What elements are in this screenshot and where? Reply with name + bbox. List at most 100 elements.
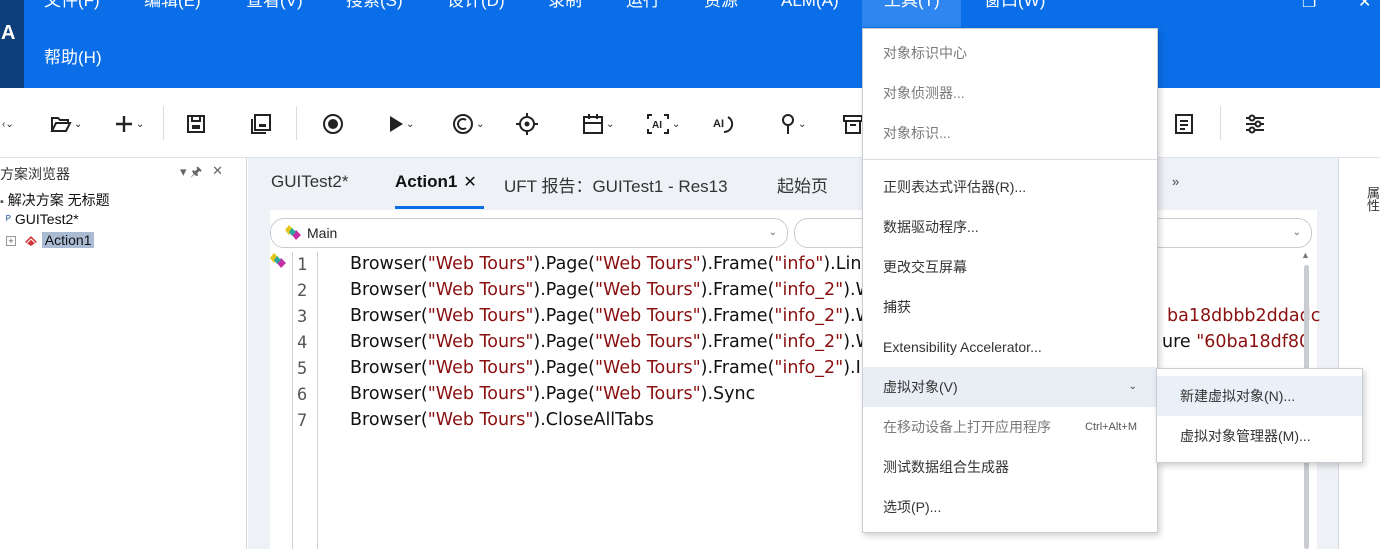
menu-item-extensibility-accelerator[interactable]: Extensibility Accelerator... — [863, 327, 1157, 367]
calendar-icon[interactable]: ⌄ — [582, 110, 614, 138]
virtual-object-submenu: 新建虚拟对象(N)... 虚拟对象管理器(M)... — [1156, 368, 1363, 463]
tab-close-icon[interactable]: ✕ — [463, 174, 476, 191]
menu-item-object-spy[interactable]: 对象侦测器... — [863, 73, 1157, 113]
menu-item-virtual-object-manager[interactable]: 虚拟对象管理器(M)... — [1157, 416, 1362, 456]
code-line[interactable]: Browser("Web Tours").Page("Web Tours").F… — [350, 254, 878, 274]
panel-pin-icon[interactable]: ▾ 🖈 — [180, 163, 202, 185]
string-literal: "info_2" — [774, 306, 844, 326]
line-number: 7 — [297, 411, 308, 431]
menu-item-capture[interactable]: 捕获 — [863, 287, 1157, 327]
code-token: Browser( — [350, 254, 428, 274]
menu-edit[interactable]: 编辑(E) — [144, 0, 201, 16]
archive-icon[interactable] — [842, 110, 864, 138]
tab-uft-report[interactable]: UFT 报告：GUITest1 - Res13 — [504, 172, 728, 197]
add-icon[interactable]: ⌄ — [114, 110, 144, 138]
solution-explorer-title: 方案浏览器 — [0, 166, 70, 182]
string-literal: "Web Tours" — [595, 332, 701, 352]
line-number: 4 — [297, 333, 308, 353]
record-icon[interactable] — [322, 110, 344, 138]
menu-alm[interactable]: ALM(A) — [781, 0, 839, 16]
menu-item-data-driver[interactable]: 数据驱动程序... — [863, 207, 1157, 247]
menu-file[interactable]: 文件(F) — [44, 0, 100, 16]
properties-strip[interactable]: 属性 — [1338, 158, 1380, 549]
current-line-marker-icon — [270, 253, 286, 268]
tree-solution[interactable]: ▪ 解决方案 无标题 — [0, 190, 110, 210]
tab-start-page[interactable]: 起始页 — [777, 172, 828, 197]
tab-action1[interactable]: Action1 ✕ — [395, 172, 477, 192]
string-literal: "Web Tours" — [595, 280, 701, 300]
chevron-down-icon: ⌄ — [768, 227, 777, 238]
menu-view[interactable]: 查看(V) — [246, 0, 303, 16]
line-number: 6 — [297, 385, 308, 405]
ai-record-icon[interactable]: AI — [710, 110, 734, 138]
code-token: ).Frame( — [700, 306, 775, 326]
menu-item-open-app-on-mobile[interactable]: 在移动设备上打开应用程序 Ctrl+Alt+M — [863, 407, 1157, 447]
properties-tab[interactable]: 属性 — [1363, 186, 1380, 212]
shortcut-label: Ctrl+Alt+M — [1085, 421, 1137, 433]
code-line[interactable]: Browser("Web Tours").Page("Web Tours").S… — [350, 384, 755, 404]
code-line[interactable]: Browser("Web Tours").Page("Web Tours").F… — [350, 358, 878, 378]
ai-inspect-icon[interactable]: AI ⌄ — [646, 110, 680, 138]
menu-design[interactable]: 设计(D) — [447, 0, 505, 16]
code-line[interactable]: Browser("Web Tours").Page("Web Tours").F… — [350, 280, 873, 300]
spy-icon[interactable] — [516, 110, 538, 138]
code-line[interactable]: Browser("Web Tours").CloseAllTabs — [350, 410, 654, 430]
menu-item-regex-evaluator[interactable]: 正则表达式评估器(R)... — [863, 167, 1157, 207]
panel-close-icon[interactable]: ✕ — [212, 163, 223, 185]
string-literal: "Web Tours" — [595, 358, 701, 378]
menu-item-object-identification[interactable]: 对象标识... — [863, 113, 1157, 153]
menu-help[interactable]: 帮助(H) — [44, 44, 102, 72]
action-combo-value: Main — [307, 225, 338, 241]
save-icon[interactable] — [186, 110, 206, 138]
save-all-icon[interactable] — [250, 110, 272, 138]
expand-icon[interactable]: + — [6, 236, 16, 247]
code-token: ).Page( — [533, 280, 595, 300]
code-line-4-tail: ure "60ba18df80 — [1162, 332, 1311, 352]
window-close-icon[interactable]: ✕ — [1358, 0, 1371, 12]
menu-search[interactable]: 搜索(S) — [346, 0, 403, 16]
action-icon — [24, 236, 37, 247]
line-number: 3 — [297, 307, 308, 327]
code-line[interactable]: Browser("Web Tours").Page("Web Tours").F… — [350, 332, 873, 352]
code-token: Browser( — [350, 384, 428, 404]
code-token: Browser( — [350, 358, 428, 378]
menu-item-options[interactable]: 选项(P)... — [863, 487, 1157, 527]
menu-item-virtual-object[interactable]: 虚拟对象(V) ⌄ — [863, 367, 1157, 407]
menu-tools[interactable]: 工具(T) — [862, 0, 961, 27]
menu-item-object-identification-center[interactable]: 对象标识中心 — [863, 33, 1157, 73]
menu-run[interactable]: 运行 — [626, 0, 660, 16]
menu-item-test-combinations-generator[interactable]: 测试数据组合生成器 — [863, 447, 1157, 487]
settings-sliders-icon[interactable] — [1244, 110, 1266, 138]
code-token: Browser( — [350, 306, 428, 326]
active-tab-indicator — [395, 206, 484, 209]
location-pin-icon[interactable]: ⌄ — [780, 110, 806, 138]
code-token: ).Page( — [533, 306, 595, 326]
menu-item-change-active-screen[interactable]: 更改交互屏幕 — [863, 247, 1157, 287]
window-restore-icon[interactable]: ❐ — [1302, 0, 1316, 12]
run-icon[interactable]: ⌄ — [388, 110, 414, 138]
string-literal: "info_2" — [774, 358, 844, 378]
report-icon[interactable] — [1174, 110, 1194, 138]
tree-test[interactable]: ᴾ GUITest2* — [6, 211, 79, 227]
code-token: ).Sync — [700, 384, 756, 404]
tabs-overflow-icon[interactable]: » — [1172, 174, 1179, 189]
tree-action[interactable]: + Action1 — [6, 232, 95, 248]
open-icon[interactable]: ⌄ — [50, 110, 82, 138]
action-combo[interactable]: Main ⌄ — [270, 218, 788, 248]
checkpoint-icon[interactable]: ⌄ — [452, 110, 484, 138]
menu-record[interactable]: 录制 — [548, 0, 582, 16]
menu-resources[interactable]: 资源 — [704, 0, 738, 16]
code-line[interactable]: Browser("Web Tours").Page("Web Tours").F… — [350, 306, 873, 326]
scroll-up-icon[interactable]: ▲ — [1301, 250, 1310, 260]
menu-window[interactable]: 窗口(W) — [984, 0, 1045, 16]
string-literal: "info" — [774, 254, 824, 274]
string-literal: "Web Tours" — [427, 306, 534, 326]
code-token: Browser( — [350, 280, 428, 300]
document-area: GUITest2* Action1 ✕ UFT 报告：GUITest1 - Res… — [248, 158, 1338, 549]
tab-guitest2[interactable]: GUITest2* — [271, 172, 348, 192]
new-icon[interactable]: ‹⌄ — [0, 110, 14, 138]
code-token: ).Frame( — [700, 254, 775, 274]
string-literal: "Web Tours" — [427, 332, 534, 352]
menu-item-new-virtual-object[interactable]: 新建虚拟对象(N)... — [1157, 376, 1362, 416]
code-line-3-tail: ba18dbbb2ddadc — [1167, 306, 1321, 326]
